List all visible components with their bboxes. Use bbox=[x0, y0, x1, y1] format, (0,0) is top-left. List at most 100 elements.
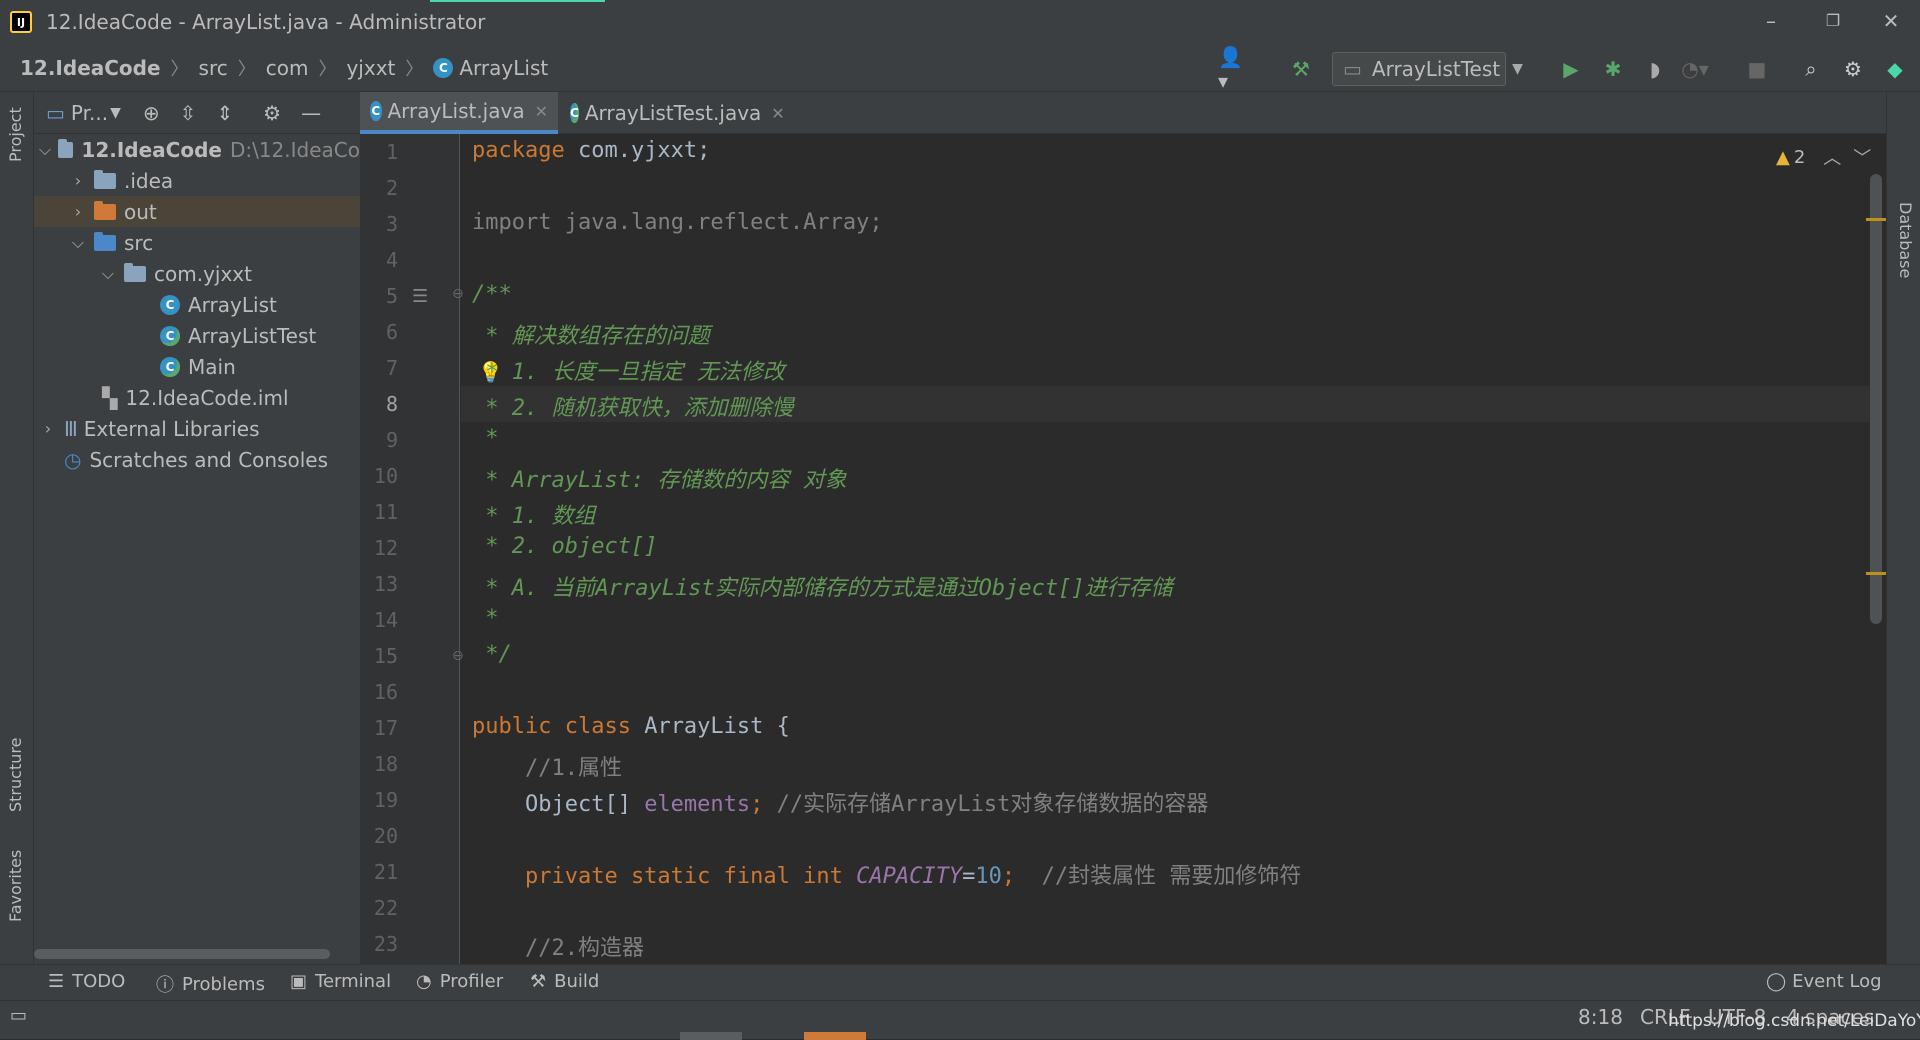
terminal-tool-button[interactable]: ▣ Terminal bbox=[290, 971, 391, 992]
tree-item-out[interactable]: › out bbox=[34, 196, 360, 227]
hammer-icon: ⚒ bbox=[530, 971, 547, 992]
stop-icon[interactable]: ■ bbox=[1742, 54, 1772, 84]
code-line: //1.属性 bbox=[472, 756, 622, 781]
code-token: package bbox=[472, 138, 565, 163]
restore-icon[interactable]: ❐ bbox=[1818, 6, 1848, 36]
event-log-button[interactable]: ◯ Event Log bbox=[1766, 971, 1882, 992]
chevron-right-icon[interactable]: › bbox=[68, 202, 88, 221]
line-number: 2 bbox=[385, 176, 398, 200]
title-bar: IJ 12.IdeaCode - ArrayList.java - Admini… bbox=[0, 0, 1920, 44]
chevron-down-icon[interactable]: ⌵ bbox=[98, 264, 118, 284]
gear-icon[interactable]: ⚙ bbox=[1838, 54, 1868, 84]
class-icon: C bbox=[160, 294, 180, 315]
code-token: //封装属性 需要加修饰符 bbox=[1015, 864, 1302, 889]
line-number: 5 bbox=[385, 284, 398, 308]
run-icon[interactable]: ▶ bbox=[1556, 54, 1586, 84]
tree-item-root[interactable]: ⌵ 12.IdeaCode D:\12.IdeaCo bbox=[34, 134, 360, 165]
close-tab-icon[interactable]: ✕ bbox=[771, 104, 784, 123]
breadcrumb-arraylist[interactable]: C ArrayList bbox=[433, 56, 548, 80]
tree-item-arraylisttest[interactable]: C ArrayListTest bbox=[34, 320, 360, 351]
tree-item-label: ArrayList bbox=[188, 292, 277, 317]
chevron-right-icon[interactable]: › bbox=[38, 419, 58, 438]
close-icon[interactable]: ✕ bbox=[1876, 6, 1906, 36]
breadcrumb-src[interactable]: src bbox=[199, 56, 228, 80]
debug-icon[interactable]: ✱ bbox=[1598, 54, 1628, 84]
code-line: * ArrayList: 存储数的内容 对象 bbox=[472, 468, 847, 493]
todo-tool-button[interactable]: ☰ TODO bbox=[48, 971, 125, 992]
database-tool-tab[interactable]: Database bbox=[1896, 202, 1915, 278]
tool-label: Profiler bbox=[439, 971, 504, 992]
class-icon: C bbox=[370, 101, 382, 121]
tree-item-label: .idea bbox=[124, 168, 174, 193]
editor-tabs: C ArrayList.java ✕ C ArrayListTest.java … bbox=[360, 92, 1886, 134]
module-file-icon: ▚ bbox=[102, 385, 118, 410]
plugin-icon[interactable]: ◆ bbox=[1880, 54, 1910, 84]
build-tool-button[interactable]: ⚒ Build bbox=[530, 971, 599, 992]
tree-item-idea[interactable]: › .idea bbox=[34, 165, 360, 196]
project-view-icon: ▭ bbox=[46, 100, 65, 125]
chevron-down-icon[interactable]: ▼ bbox=[110, 105, 121, 121]
project-tab-label: Project bbox=[6, 107, 25, 162]
chevron-down-icon[interactable]: ﹀ bbox=[1853, 144, 1871, 170]
favorites-tool-tab[interactable]: Favorites bbox=[6, 850, 25, 922]
chevron-down-icon[interactable]: ⌵ bbox=[38, 140, 52, 160]
tree-item-iml[interactable]: ▚ 12.IdeaCode.iml bbox=[34, 382, 360, 413]
profiler-tool-button[interactable]: ◔ Profiler bbox=[416, 971, 503, 992]
chevron-down-icon: ▼ bbox=[1512, 61, 1523, 77]
warning-marker[interactable] bbox=[1866, 218, 1886, 221]
chevron-right-icon[interactable]: › bbox=[68, 171, 88, 190]
tree-item-external-libraries[interactable]: › Ⅲ External Libraries bbox=[34, 413, 360, 444]
run-config-dropdown[interactable]: ▭ ArrayListTest ▼ bbox=[1332, 52, 1523, 86]
collapse-all-icon[interactable]: ⇕ bbox=[216, 101, 233, 125]
problems-tool-button[interactable]: ⓘ Problems bbox=[156, 971, 265, 997]
profile-icon[interactable]: ◔▾ bbox=[1680, 54, 1710, 84]
project-tool-tab[interactable]: Project bbox=[6, 107, 25, 162]
breadcrumb-label: yjxxt bbox=[346, 55, 396, 80]
line-number: 22 bbox=[373, 896, 398, 920]
code-token: ArrayList { bbox=[630, 714, 790, 739]
locate-icon[interactable]: ⊕ bbox=[143, 101, 160, 125]
horizontal-scrollbar[interactable] bbox=[34, 949, 330, 959]
gear-icon[interactable]: ⚙ bbox=[263, 101, 281, 125]
breadcrumb-project[interactable]: 12.IdeaCode bbox=[20, 56, 161, 80]
inspection-widget[interactable]: ▲ 2 ︿ ﹀ bbox=[1776, 144, 1871, 170]
code-token: CAPACITY bbox=[842, 864, 963, 889]
structure-tool-tab[interactable]: Structure bbox=[6, 738, 25, 812]
account-icon[interactable]: 👤▾ bbox=[1218, 45, 1248, 93]
fold-icon[interactable]: ⊖ bbox=[452, 286, 464, 302]
toggle-tool-windows-icon[interactable]: ▭ bbox=[10, 1005, 27, 1026]
fold-end-icon[interactable]: ⊖ bbox=[452, 648, 464, 664]
tab-arraylist-java[interactable]: C ArrayList.java ✕ bbox=[360, 92, 558, 134]
tree-item-scratches[interactable]: ◷ Scratches and Consoles bbox=[34, 444, 360, 475]
build-hammer-icon[interactable]: ⚒ bbox=[1286, 54, 1316, 84]
list-icon: ☰ bbox=[48, 971, 65, 992]
line-number: 9 bbox=[385, 428, 398, 452]
breadcrumb-com[interactable]: com bbox=[266, 56, 309, 80]
close-tab-icon[interactable]: ✕ bbox=[535, 102, 548, 121]
line-number: 19 bbox=[373, 788, 398, 812]
tree-item-main[interactable]: C Main bbox=[34, 351, 360, 382]
tree-item-arraylist[interactable]: C ArrayList bbox=[34, 289, 360, 320]
code-token: java.lang.reflect.Array; bbox=[551, 210, 883, 235]
vertical-scrollbar[interactable] bbox=[1870, 174, 1882, 624]
caret-position[interactable]: 8:18 bbox=[1578, 1005, 1623, 1029]
reader-mode-icon[interactable]: ☰ bbox=[412, 286, 428, 307]
chevron-down-icon[interactable]: ⌵ bbox=[68, 233, 88, 253]
project-view-dropdown[interactable]: Pr... bbox=[71, 101, 108, 125]
code-editor[interactable]: 1 2 3 4 5 6 7 8 9 10 11 12 13 14 15 16 1… bbox=[360, 134, 1886, 964]
coverage-icon[interactable]: ◗ bbox=[1640, 54, 1670, 84]
hide-icon[interactable]: — bbox=[301, 101, 321, 125]
line-number: 23 bbox=[373, 932, 398, 956]
code-line: */ bbox=[472, 642, 512, 667]
breadcrumb-yjxxt[interactable]: yjxxt bbox=[346, 56, 395, 80]
tree-item-src[interactable]: ⌵ src bbox=[34, 227, 360, 258]
tool-label: Terminal bbox=[315, 971, 392, 992]
chevron-up-icon[interactable]: ︿ bbox=[1823, 144, 1841, 170]
tab-arraylisttest-java[interactable]: C ArrayListTest.java ✕ bbox=[560, 92, 790, 134]
warning-count: 2 bbox=[1793, 146, 1806, 168]
expand-all-icon[interactable]: ⇳ bbox=[180, 101, 197, 125]
warning-marker[interactable] bbox=[1866, 572, 1886, 575]
search-icon[interactable]: ⌕ bbox=[1796, 54, 1826, 84]
tree-item-package[interactable]: ⌵ com.yjxxt bbox=[34, 258, 360, 289]
minimize-icon[interactable]: – bbox=[1756, 6, 1786, 36]
